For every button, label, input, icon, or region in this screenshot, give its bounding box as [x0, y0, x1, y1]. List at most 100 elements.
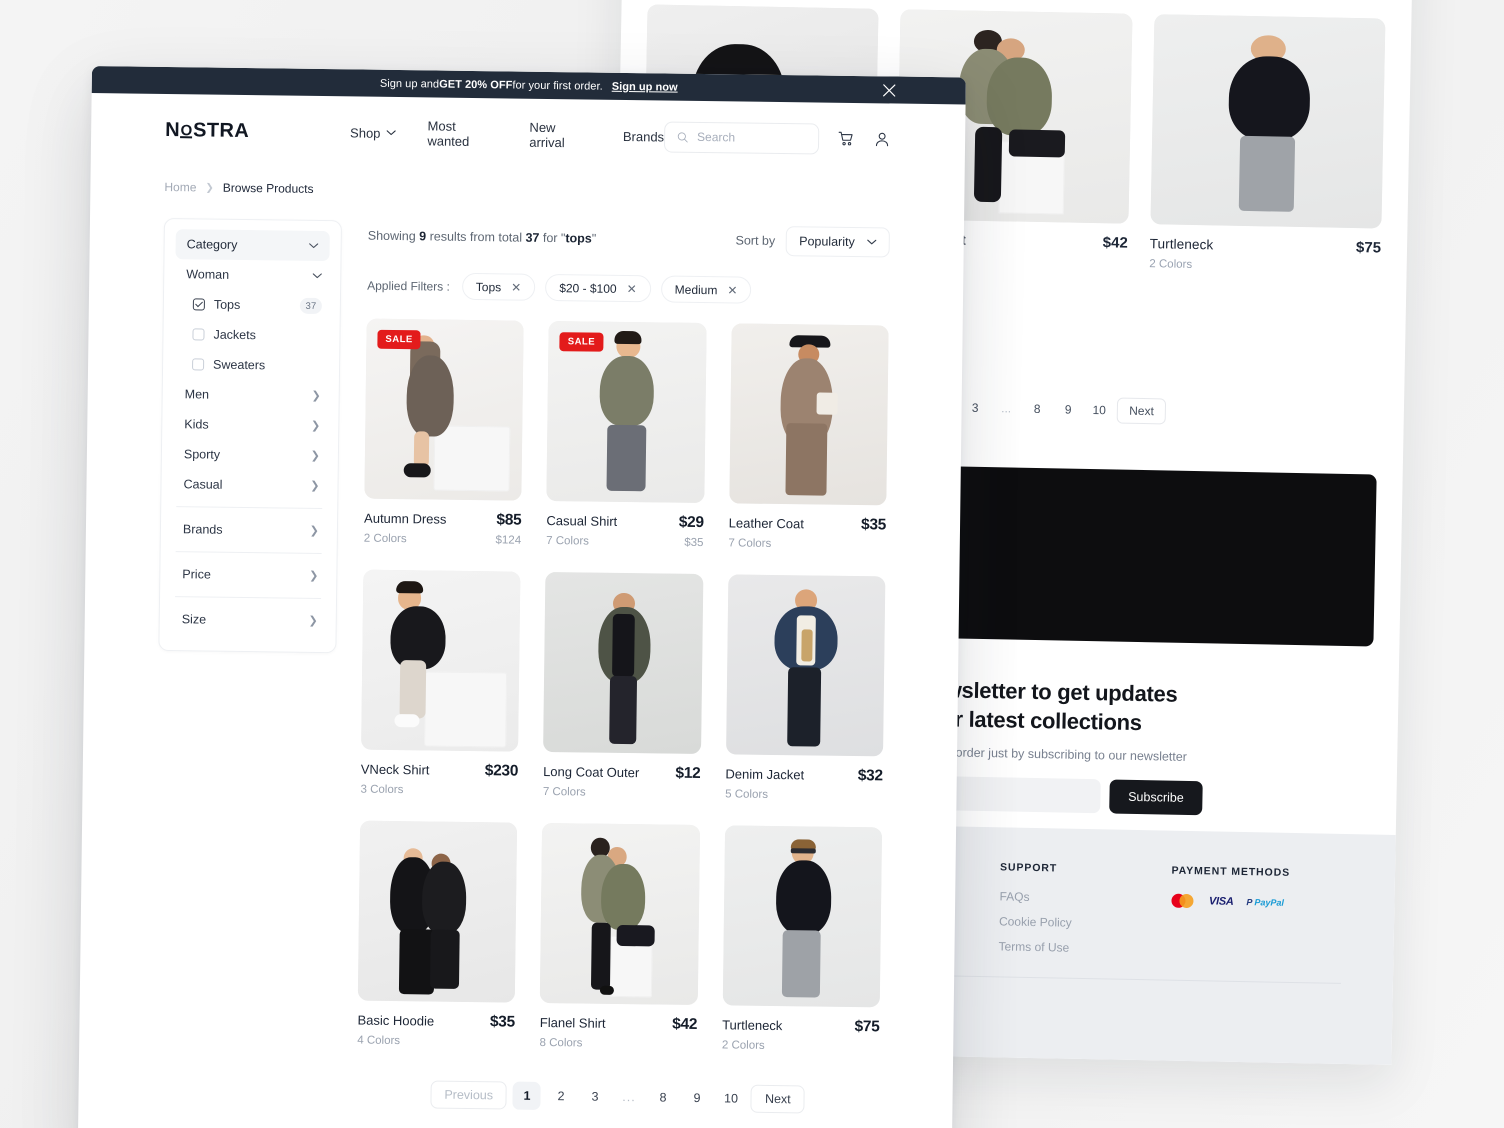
sidebar-section-size[interactable]: Size ❯ — [171, 604, 325, 636]
visa-icon: VISA — [1208, 895, 1234, 908]
pagination-page-8[interactable]: 8 — [649, 1083, 677, 1111]
chevron-right-icon: ❯ — [310, 479, 320, 492]
chevron-right-icon: ❯ — [310, 449, 320, 462]
sidebar-group-men[interactable]: Men ❯ — [174, 379, 328, 411]
product-name: Turtleneck — [1149, 236, 1214, 253]
product-colors: 8 Colors — [539, 1036, 583, 1050]
filter-chip-size[interactable]: Medium ✕ — [660, 275, 752, 304]
pagination-page-3[interactable]: 3 — [581, 1082, 609, 1110]
product-card[interactable]: Basic Hoodie $35 4 Colors — [357, 820, 518, 1049]
footer-column-title: SUPPORT — [999, 861, 1058, 875]
filter-chip-price[interactable]: $20 - $100 ✕ — [545, 273, 651, 303]
results-suffix-pre: for " — [539, 230, 566, 246]
checkbox-jackets[interactable] — [192, 328, 205, 341]
product-image[interactable] — [543, 571, 704, 755]
product-grid: SALE Autumn Dress $85 2 Colors $124 SALE… — [357, 318, 889, 1054]
filter-chip-label: Medium — [674, 282, 718, 297]
pagination-page-8[interactable]: 8 — [1024, 396, 1050, 422]
pagination-page-3[interactable]: 3 — [962, 395, 988, 421]
product-card[interactable]: SALE Casual Shirt $29 7 Colors $35 — [546, 321, 707, 549]
product-card[interactable]: Leather Coat $35 7 Colors — [728, 323, 889, 551]
sidebar-item-label: Tops — [213, 297, 241, 312]
pagination-page-10[interactable]: 10 — [717, 1084, 745, 1112]
breadcrumb-current: Browse Products — [222, 180, 314, 196]
pagination-page-9[interactable]: 9 — [1055, 396, 1081, 422]
pagination-previous[interactable]: Previous — [430, 1080, 508, 1110]
checkbox-sweaters[interactable] — [192, 358, 205, 371]
nav-item-brands[interactable]: Brands — [623, 128, 664, 144]
nav-item-label: Shop — [350, 124, 381, 141]
pagination-ellipsis: ... — [622, 1090, 636, 1105]
announcement-text-before: Sign up and — [379, 77, 440, 91]
chevron-right-icon: ❯ — [308, 614, 318, 627]
sidebar-section-label: Price — [182, 567, 211, 582]
sidebar-divider — [175, 596, 322, 600]
pagination-page-9[interactable]: 9 — [683, 1084, 711, 1112]
close-icon[interactable] — [883, 83, 896, 97]
product-card[interactable]: Long Coat Outer $12 7 Colors — [542, 571, 704, 800]
subscribe-button[interactable]: Subscribe — [1108, 779, 1204, 816]
announcement-signup-link[interactable]: Sign up now — [612, 80, 678, 93]
search-input[interactable] — [697, 129, 807, 146]
product-price: $12 — [675, 764, 701, 783]
product-price: $75 — [854, 1018, 880, 1036]
background-product-card[interactable]: Turtleneck $75 2 Colors — [1149, 14, 1386, 274]
product-image[interactable] — [728, 323, 889, 506]
cart-icon[interactable] — [837, 130, 855, 148]
user-icon[interactable] — [873, 130, 891, 148]
sidebar-group-casual[interactable]: Casual ❯ — [172, 469, 326, 501]
nav-item-shop[interactable]: Shop — [350, 125, 397, 141]
pagination-page-2[interactable]: 2 — [547, 1082, 575, 1110]
sidebar-section-brands[interactable]: Brands ❯ — [172, 514, 326, 546]
subscribe-label: Subscribe — [1128, 789, 1184, 806]
product-card[interactable]: Flanel Shirt $42 8 Colors — [539, 822, 700, 1051]
results-content: Showing 9 results from total 37 for "top… — [356, 221, 890, 1115]
sidebar-group-woman[interactable]: Woman — [175, 259, 329, 291]
product-card[interactable]: Turtleneck $75 2 Colors — [722, 825, 883, 1053]
footer-link[interactable]: Terms of Use — [998, 939, 1170, 956]
product-image[interactable] — [361, 569, 521, 752]
sidebar-category-header[interactable]: Category — [175, 229, 330, 262]
sidebar-item-jackets[interactable]: Jackets — [174, 319, 328, 351]
sort-by-label: Sort by — [735, 233, 776, 248]
results-prefix: Showing — [367, 228, 420, 244]
pagination-page-1[interactable]: 1 — [512, 1081, 542, 1110]
nav-item-most-wanted[interactable]: Most wanted — [427, 118, 498, 149]
footer-link[interactable]: FAQs — [999, 889, 1171, 906]
filter-chip-tops[interactable]: Tops ✕ — [461, 272, 536, 301]
announcement-text-after: for your first order. — [512, 79, 603, 93]
search-box[interactable] — [663, 120, 820, 155]
breadcrumb-home[interactable]: Home — [164, 180, 196, 194]
close-icon[interactable]: ✕ — [627, 282, 637, 296]
background-product-card[interactable]: Denim Jacket $32 5 Colors — [1154, 0, 1390, 1]
pagination-next[interactable]: Next — [750, 1084, 805, 1114]
product-image[interactable] — [725, 574, 886, 757]
product-colors: 5 Colors — [1154, 0, 1386, 1]
product-colors: 7 Colors — [542, 785, 586, 799]
close-icon[interactable]: ✕ — [511, 280, 521, 294]
product-card[interactable]: Denim Jacket $32 5 Colors — [725, 574, 886, 802]
nav-item-new-arrival[interactable]: New arrival — [529, 120, 592, 151]
footer-link[interactable]: Cookie Policy — [999, 914, 1171, 931]
product-image[interactable] — [722, 825, 883, 1008]
product-image[interactable] — [357, 820, 518, 1003]
sidebar-item-tops[interactable]: Tops 37 — [175, 289, 329, 321]
mastercard-icon — [1170, 893, 1196, 909]
product-image[interactable] — [540, 822, 700, 1006]
sort-by-select[interactable]: Popularity — [785, 226, 890, 258]
pagination-next[interactable]: Next — [1116, 397, 1167, 425]
product-image[interactable]: SALE — [364, 318, 525, 501]
sidebar-item-sweaters[interactable]: Sweaters — [174, 349, 328, 381]
product-card[interactable]: VNeck Shirt $230 3 Colors — [360, 569, 521, 798]
pagination-page-10[interactable]: 10 — [1086, 397, 1112, 423]
checkbox-tops[interactable] — [192, 298, 205, 311]
sidebar-group-label: Kids — [184, 417, 209, 432]
product-card[interactable]: SALE Autumn Dress $85 2 Colors $124 — [364, 318, 525, 547]
sidebar-group-kids[interactable]: Kids ❯ — [173, 409, 327, 441]
product-image[interactable]: SALE — [546, 321, 707, 504]
product-colors: 4 Colors — [357, 1034, 401, 1048]
sidebar-group-sporty[interactable]: Sporty ❯ — [173, 439, 327, 471]
logo[interactable]: N O STRA — [165, 118, 249, 142]
sidebar-section-price[interactable]: Price ❯ — [171, 559, 325, 591]
close-icon[interactable]: ✕ — [727, 283, 737, 297]
